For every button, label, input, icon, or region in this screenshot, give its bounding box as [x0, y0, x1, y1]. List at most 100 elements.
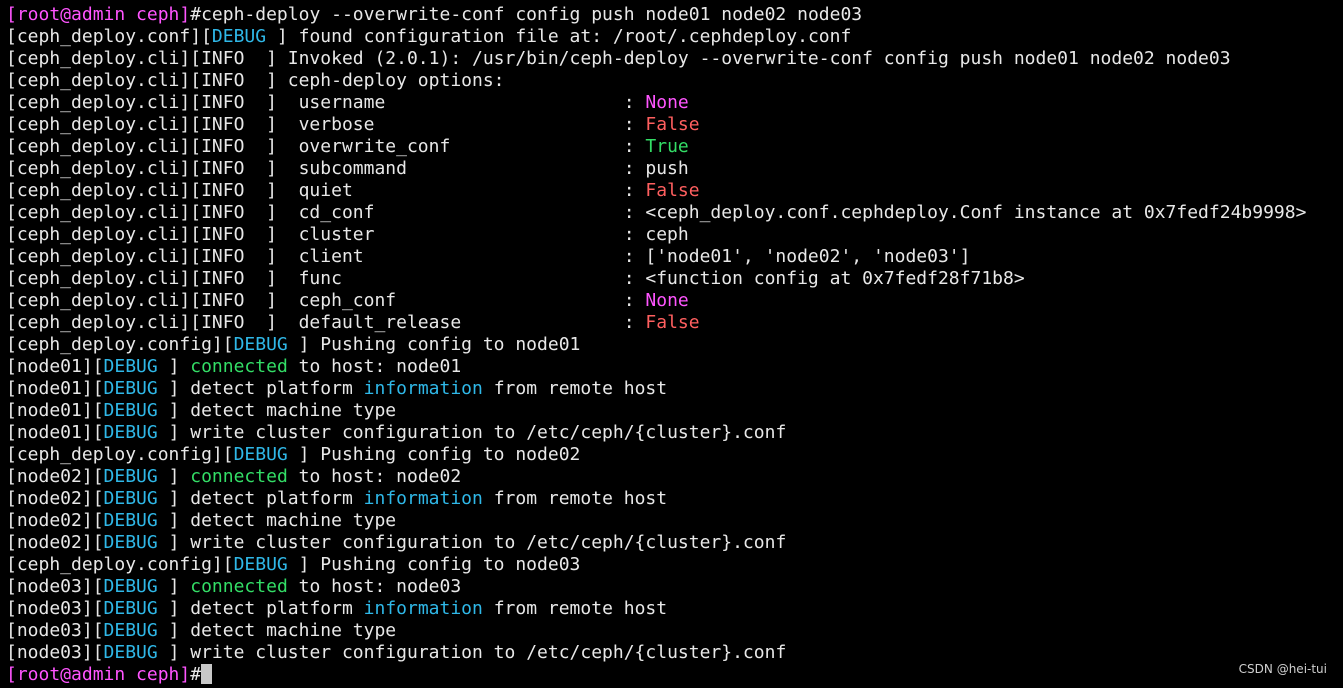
- terminal-text-segment: ] detect machine type: [157, 400, 397, 421]
- terminal-text-segment: connected: [190, 466, 288, 487]
- terminal-text-segment: ] detect platform: [157, 378, 364, 399]
- terminal-text-segment: DEBUG: [103, 422, 158, 443]
- terminal-text-segment: DEBUG: [103, 532, 158, 553]
- terminal-line: [node03][DEBUG ] detect machine type: [0, 620, 1343, 642]
- terminal-line: [ceph_deploy.cli][INFO ] func : <functio…: [0, 268, 1343, 290]
- terminal-line: [node02][DEBUG ] detect machine type: [0, 510, 1343, 532]
- terminal-line: [ceph_deploy.cli][INFO ] quiet : False: [0, 180, 1343, 202]
- terminal-text-segment: [ceph_deploy.cli][INFO ] quiet :: [6, 180, 646, 201]
- terminal-text-segment: [node03][: [6, 642, 104, 663]
- terminal-text-segment: [node02][: [6, 510, 104, 531]
- terminal-text-segment: [ceph_deploy.cli][INFO ] default_release…: [6, 312, 646, 333]
- shell-prompt-line: [root@admin ceph]#: [0, 664, 1343, 686]
- terminal-text-segment: [ceph_deploy.cli][INFO ] overwrite_conf …: [6, 136, 646, 157]
- terminal-window[interactable]: [root@admin ceph]#ceph-deploy --overwrit…: [0, 0, 1343, 688]
- terminal-output: [root@admin ceph]#ceph-deploy --overwrit…: [0, 4, 1343, 686]
- terminal-line: [node01][DEBUG ] connected to host: node…: [0, 356, 1343, 378]
- terminal-text-segment: [ceph_deploy.config][: [6, 334, 234, 355]
- terminal-text-segment: False: [645, 180, 700, 201]
- terminal-text-segment: [node02][: [6, 466, 104, 487]
- terminal-text-segment: ] write cluster configuration to /etc/ce…: [157, 422, 787, 443]
- terminal-text-segment: [node02][: [6, 488, 104, 509]
- terminal-text-segment: ] detect machine type: [157, 510, 397, 531]
- terminal-text-segment: DEBUG: [211, 26, 267, 47]
- terminal-text-segment: [ceph_deploy.cli][INFO ] ceph_conf :: [6, 290, 646, 311]
- terminal-text-segment: [node01][: [6, 356, 104, 377]
- terminal-text-segment: ] detect machine type: [157, 620, 397, 641]
- terminal-text-segment: DEBUG: [103, 466, 158, 487]
- terminal-line: [ceph_deploy.cli][INFO ] client : ['node…: [0, 246, 1343, 268]
- terminal-text-segment: #ceph-deploy --overwrite-conf config pus…: [190, 4, 863, 25]
- terminal-text-segment: from remote host: [482, 488, 668, 509]
- terminal-text-segment: [ceph_deploy.cli][INFO ] verbose :: [6, 114, 646, 135]
- terminal-line: [node02][DEBUG ] detect platform informa…: [0, 488, 1343, 510]
- terminal-line: [node03][DEBUG ] detect platform informa…: [0, 598, 1343, 620]
- terminal-text-segment: DEBUG: [103, 598, 158, 619]
- terminal-text-segment: ]: [157, 576, 191, 597]
- terminal-line: [root@admin ceph]#ceph-deploy --overwrit…: [0, 4, 1343, 26]
- terminal-text-segment: DEBUG: [103, 378, 158, 399]
- terminal-text-segment: [ceph_deploy.config][: [6, 554, 234, 575]
- terminal-line: [ceph_deploy.cli][INFO ] Invoked (2.0.1)…: [0, 48, 1343, 70]
- terminal-text-segment: DEBUG: [233, 444, 288, 465]
- terminal-text-segment: DEBUG: [103, 400, 158, 421]
- terminal-text-segment: [ceph_deploy.cli][INFO ] username :: [6, 92, 646, 113]
- terminal-text-segment: [ceph_deploy.cli][INFO ] ceph-deploy opt…: [6, 70, 505, 91]
- terminal-line: [ceph_deploy.cli][INFO ] ceph-deploy opt…: [0, 70, 1343, 92]
- terminal-line: [node01][DEBUG ] write cluster configura…: [0, 422, 1343, 444]
- terminal-text-segment: connected: [190, 356, 288, 377]
- watermark: CSDN @hei-tui: [1238, 662, 1327, 676]
- terminal-text-segment: information: [363, 488, 483, 509]
- terminal-text-segment: to host: node03: [287, 576, 462, 597]
- terminal-line: [ceph_deploy.cli][INFO ] ceph_conf : Non…: [0, 290, 1343, 312]
- terminal-line: [ceph_deploy.cli][INFO ] overwrite_conf …: [0, 136, 1343, 158]
- terminal-line: [node03][DEBUG ] write cluster configura…: [0, 642, 1343, 664]
- terminal-text-segment: DEBUG: [233, 334, 288, 355]
- terminal-text-segment: to host: node02: [287, 466, 462, 487]
- terminal-text-segment: False: [645, 114, 700, 135]
- terminal-line: [ceph_deploy.config][DEBUG ] Pushing con…: [0, 554, 1343, 576]
- terminal-line: [node03][DEBUG ] connected to host: node…: [0, 576, 1343, 598]
- terminal-text-segment: [node01][: [6, 400, 104, 421]
- terminal-text-segment: [ceph_deploy.cli][INFO ] Invoked (2.0.1)…: [6, 48, 1231, 69]
- terminal-text-segment: [node03][: [6, 598, 104, 619]
- terminal-text-segment: from remote host: [482, 378, 668, 399]
- terminal-text-segment: DEBUG: [103, 642, 158, 663]
- terminal-text-segment: DEBUG: [103, 488, 158, 509]
- terminal-line: [ceph_deploy.cli][INFO ] default_release…: [0, 312, 1343, 334]
- terminal-text-segment: ]: [157, 466, 191, 487]
- terminal-text-segment: DEBUG: [103, 356, 158, 377]
- terminal-line: [ceph_deploy.config][DEBUG ] Pushing con…: [0, 444, 1343, 466]
- terminal-line: [ceph_deploy.cli][INFO ] username : None: [0, 92, 1343, 114]
- terminal-text-segment: ]: [157, 356, 191, 377]
- terminal-text-segment: None: [645, 92, 689, 113]
- terminal-text-segment: [ceph_deploy.cli][INFO ] func : <functio…: [6, 268, 1025, 289]
- terminal-text-segment: [node01][: [6, 378, 104, 399]
- terminal-text-segment: [ceph_deploy.cli][INFO ] client : ['node…: [6, 246, 971, 267]
- terminal-line: [node01][DEBUG ] detect platform informa…: [0, 378, 1343, 400]
- terminal-text-segment: ] write cluster configuration to /etc/ce…: [157, 532, 787, 553]
- terminal-text-segment: DEBUG: [103, 510, 158, 531]
- terminal-text-segment: DEBUG: [103, 576, 158, 597]
- terminal-text-segment: [ceph_deploy.config][: [6, 444, 234, 465]
- terminal-text-segment: ] detect platform: [157, 598, 364, 619]
- terminal-line: [ceph_deploy.conf][DEBUG ] found configu…: [0, 26, 1343, 48]
- terminal-text-segment: [node03][: [6, 576, 104, 597]
- terminal-text-segment: [root@admin ceph]: [6, 4, 191, 25]
- terminal-text-segment: True: [645, 136, 689, 157]
- terminal-line: [node02][DEBUG ] connected to host: node…: [0, 466, 1343, 488]
- terminal-text-segment: ] write cluster configuration to /etc/ce…: [157, 642, 787, 663]
- terminal-text-segment: connected: [190, 576, 288, 597]
- terminal-text-segment: [root@admin ceph]: [6, 664, 191, 685]
- terminal-line: [node01][DEBUG ] detect machine type: [0, 400, 1343, 422]
- text-cursor[interactable]: [201, 664, 213, 684]
- terminal-line: [ceph_deploy.cli][INFO ] subcommand : pu…: [0, 158, 1343, 180]
- terminal-line: [ceph_deploy.cli][INFO ] cd_conf : <ceph…: [0, 202, 1343, 224]
- terminal-text-segment: DEBUG: [103, 620, 158, 641]
- terminal-text-segment: #: [190, 664, 202, 685]
- terminal-text-segment: DEBUG: [233, 554, 288, 575]
- terminal-text-segment: [ceph_deploy.cli][INFO ] cluster : ceph: [6, 224, 689, 245]
- terminal-text-segment: [node02][: [6, 532, 104, 553]
- terminal-line: [ceph_deploy.cli][INFO ] verbose : False: [0, 114, 1343, 136]
- terminal-text-segment: to host: node01: [287, 356, 462, 377]
